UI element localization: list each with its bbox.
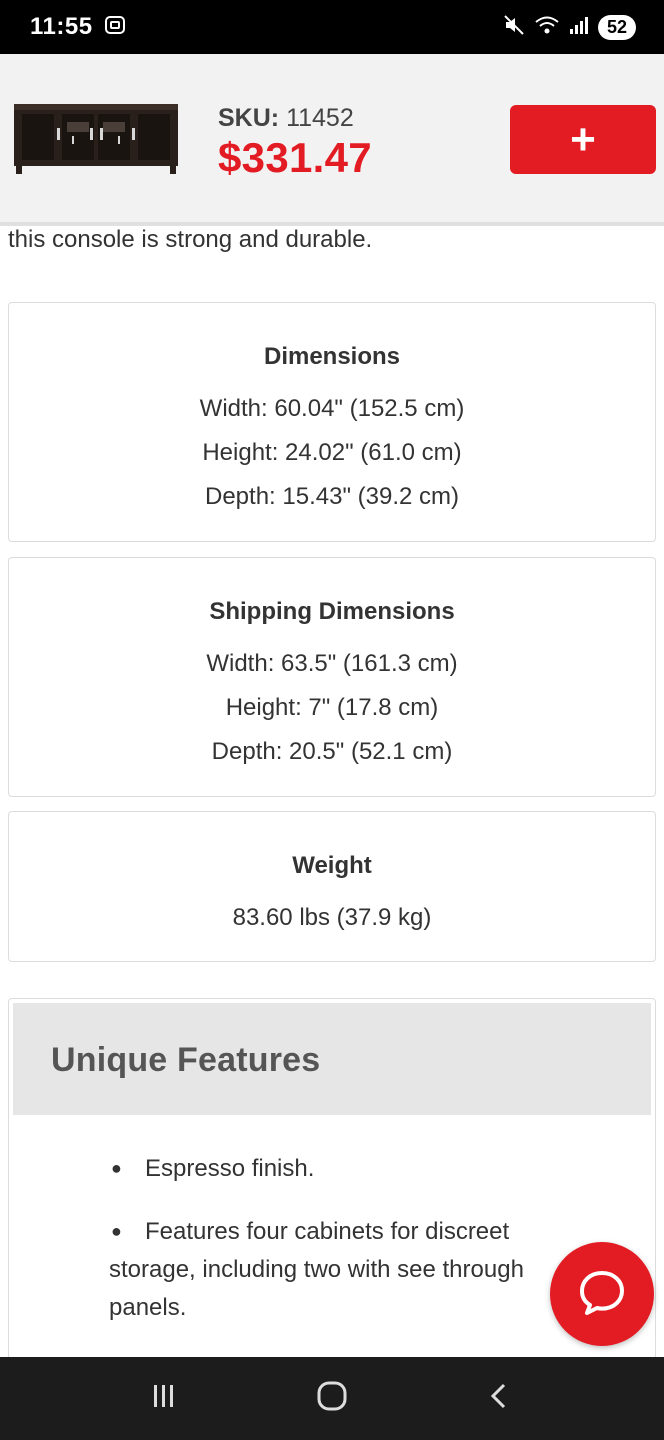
sku-value: 11452 [286, 104, 354, 132]
status-time: 11:55 [30, 13, 93, 40]
feature-text: Features four cabinets for discreet stor… [109, 1218, 524, 1321]
status-bar: 11:55 52 [0, 0, 664, 54]
recent-apps-icon [150, 1382, 178, 1415]
product-price: $331.47 [218, 134, 372, 181]
back-icon [486, 1382, 514, 1415]
product-sticky-header: SKU: 11452 $331.47 + [0, 54, 664, 226]
wifi-icon [534, 14, 560, 41]
feature-item: ● Espresso finish. [109, 1149, 579, 1188]
dimension-width: Width: 60.04" (152.5 cm) [199, 395, 465, 422]
weight-value: 83.60 lbs (37.9 kg) [232, 904, 432, 931]
sku-label: SKU: [218, 104, 280, 132]
chat-button[interactable] [550, 1242, 654, 1346]
back-button[interactable] [470, 1369, 530, 1429]
shipping-dimensions-card: Shipping Dimensions Width: 63.5" (161.3 … [8, 557, 656, 797]
shipping-depth: Depth: 20.5" (52.1 cm) [211, 738, 453, 765]
weight-card: Weight 83.60 lbs (37.9 kg) [8, 811, 656, 962]
screenshot-icon [103, 13, 127, 42]
status-left: 11:55 [30, 13, 127, 42]
dimensions-title: Dimensions [263, 343, 401, 370]
unique-features-title: Unique Features [51, 1041, 321, 1079]
add-to-cart-button[interactable]: + [510, 105, 656, 174]
home-icon [316, 1380, 348, 1417]
dimension-depth: Depth: 15.43" (39.2 cm) [205, 483, 459, 510]
battery-indicator: 52 [598, 14, 636, 40]
status-right: 52 [502, 13, 636, 42]
home-button[interactable] [302, 1369, 362, 1429]
signal-icon [568, 14, 590, 41]
description-text: this console is strong and durable. [8, 226, 373, 253]
shipping-height: Height: 7" (17.8 cm) [225, 694, 439, 721]
plus-icon: + [570, 114, 596, 164]
dimension-height: Height: 24.02" (61.0 cm) [202, 439, 462, 466]
unique-features-header[interactable]: Unique Features [13, 1003, 651, 1115]
weight-title: Weight [292, 852, 372, 879]
bullet-icon: ● [111, 1221, 122, 1241]
mute-icon [502, 13, 526, 42]
shipping-dimensions-title: Shipping Dimensions [209, 598, 455, 625]
chat-bubble-icon [576, 1267, 628, 1322]
bullet-icon: ● [111, 1158, 122, 1178]
product-thumbnail[interactable] [12, 100, 180, 176]
feature-list: ● Espresso finish. ● Features four cabinet… [109, 1149, 579, 1351]
dimensions-card: Dimensions Width: 60.04" (152.5 cm) Heig… [8, 302, 656, 542]
system-nav-bar [0, 1357, 664, 1440]
recent-apps-button[interactable] [134, 1369, 194, 1429]
product-detail-page: 11:55 52 SKU: 11452 $331.47 + this conso… [0, 0, 664, 1440]
feature-item: ● Features four cabinets for discreet sto… [109, 1212, 579, 1327]
feature-text: Espresso finish. [145, 1155, 315, 1182]
shipping-width: Width: 63.5" (161.3 cm) [206, 650, 458, 677]
sku-line: SKU: 11452 [218, 104, 354, 133]
